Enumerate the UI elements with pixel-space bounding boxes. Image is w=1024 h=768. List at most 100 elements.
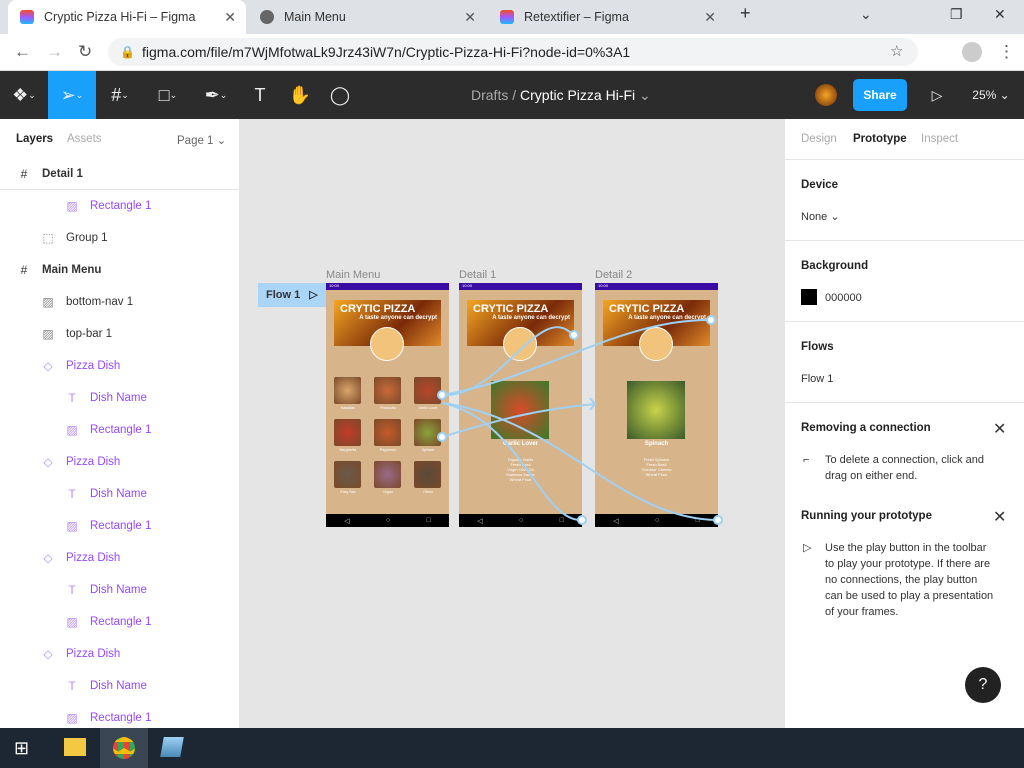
flows-section: Flows Flow 1: [785, 321, 1024, 402]
tab-title: Cryptic Pizza Hi-Fi – Figma: [44, 10, 196, 24]
url-input[interactable]: 🔒 figma.com/file/m7WjMfotwaLk9Jrz43iW7n/C…: [108, 38, 918, 66]
canvas[interactable]: Flow 1 ▷ Main Menu 10:00 CRYTIC PIZZA A ta…: [240, 119, 784, 728]
layer-item[interactable]: T Dish Name: [0, 574, 240, 606]
color-swatch[interactable]: [801, 289, 817, 305]
close-icon[interactable]: ✕: [993, 419, 1006, 439]
connection-handle[interactable]: [577, 515, 587, 525]
tab-figma-file[interactable]: Cryptic Pizza Hi-Fi – Figma ✕: [8, 0, 246, 34]
forward-button[interactable]: →: [46, 42, 63, 62]
layer-label: bottom-nav 1: [66, 296, 134, 308]
figma-icon: [500, 10, 514, 24]
layer-item[interactable]: ▨ Rectangle 1: [0, 190, 240, 222]
connection-handle[interactable]: [706, 315, 716, 325]
close-icon[interactable]: ✕: [704, 9, 716, 26]
connection-handle[interactable]: [437, 390, 447, 400]
tab-assets[interactable]: Assets: [67, 133, 102, 145]
layer-item[interactable]: ▨ bottom-nav 1: [0, 286, 240, 318]
menu-icon[interactable]: ⋮: [998, 42, 1015, 62]
breadcrumb-drafts[interactable]: Drafts: [471, 87, 508, 103]
tab-inspect[interactable]: Inspect: [921, 133, 958, 145]
removing-connection-text: To delete a connection, click and drag o…: [825, 454, 984, 482]
layer-item[interactable]: ◇ Pizza Dish: [0, 446, 240, 478]
background-title: Background: [801, 260, 869, 272]
device-value: None: [801, 211, 828, 223]
text-icon: T: [68, 391, 76, 405]
maximize-button[interactable]: ❐: [950, 6, 963, 23]
share-button[interactable]: Share: [853, 79, 907, 111]
move-tool-button[interactable]: ➢ ⌄: [48, 71, 96, 119]
layer-item[interactable]: ⬚ Group 1: [0, 222, 240, 254]
layer-item[interactable]: T Dish Name: [0, 382, 240, 414]
layers-panel: Layers Assets Page 1 ⌄ # Detail 1 ▨ Rectang…: [0, 119, 240, 728]
page-label: Page 1: [177, 135, 214, 147]
lock-icon: 🔒: [120, 45, 135, 59]
close-window-button[interactable]: ✕: [994, 6, 1006, 23]
connection-handle[interactable]: [569, 330, 579, 340]
component-icon: ◇: [43, 359, 53, 373]
new-tab-button[interactable]: +: [740, 3, 751, 24]
layer-item[interactable]: # Detail 1: [0, 158, 240, 190]
windows-start-icon[interactable]: ⊞: [14, 738, 29, 759]
minimize-button[interactable]: ⌄: [860, 6, 872, 23]
layer-item[interactable]: T Dish Name: [0, 478, 240, 510]
device-dropdown[interactable]: None ⌄: [801, 209, 840, 225]
close-icon[interactable]: ✕: [224, 9, 236, 26]
hand-tool-button[interactable]: ✋: [280, 71, 320, 119]
main-menu-button[interactable]: ❖ ⌄: [0, 71, 48, 119]
breadcrumb: Drafts / Cryptic Pizza Hi-Fi ⌄: [471, 87, 651, 103]
flows-title: Flows: [801, 341, 834, 353]
file-name[interactable]: Cryptic Pizza Hi-Fi: [520, 87, 635, 103]
text-icon: T: [68, 583, 76, 597]
profile-avatar[interactable]: [962, 42, 982, 62]
url-text: figma.com/file/m7WjMfotwaLk9Jrz43iW7n/Cr…: [142, 44, 631, 60]
user-avatar[interactable]: [815, 84, 837, 106]
close-icon[interactable]: ✕: [993, 507, 1006, 527]
tab-design[interactable]: Design: [801, 133, 837, 145]
image-icon: ▨: [42, 327, 54, 341]
layer-item[interactable]: T Dish Name: [0, 670, 240, 702]
layer-item[interactable]: ▨ Rectangle 1: [0, 510, 240, 542]
layer-label: Rectangle 1: [90, 424, 152, 436]
help-button[interactable]: ?: [965, 667, 1001, 703]
tab-prototype[interactable]: Prototype: [853, 133, 907, 145]
background-hex-input[interactable]: 000000: [825, 290, 862, 306]
layer-label: Pizza Dish: [66, 456, 121, 468]
tab-main-menu[interactable]: Main Menu ✕: [248, 0, 486, 34]
tab-retextifier[interactable]: Retextifier – Figma ✕: [488, 0, 726, 34]
background-section: Background 000000: [785, 240, 1024, 321]
frame-tool-button[interactable]: # ⌄: [96, 71, 144, 119]
back-button[interactable]: ←: [14, 42, 31, 62]
star-icon[interactable]: ☆: [890, 42, 903, 60]
page-dropdown[interactable]: Page 1 ⌄: [177, 133, 226, 147]
text-icon: T: [68, 679, 76, 693]
layer-item[interactable]: ◇ Pizza Dish: [0, 350, 240, 382]
layer-item[interactable]: ◇ Pizza Dish: [0, 638, 240, 670]
flow-item[interactable]: Flow 1: [801, 371, 833, 387]
app-icon[interactable]: [160, 737, 184, 757]
layer-item[interactable]: ▨ Rectangle 1: [0, 414, 240, 446]
tab-layers[interactable]: Layers: [16, 133, 53, 145]
comment-tool-button[interactable]: ◯: [320, 71, 360, 119]
zoom-dropdown[interactable]: 25% ⌄: [966, 71, 1016, 119]
text-tool-button[interactable]: T: [240, 71, 280, 119]
layer-item[interactable]: ▨ Rectangle 1: [0, 606, 240, 638]
file-explorer-icon[interactable]: [64, 738, 86, 756]
pen-tool-button[interactable]: ✒ ⌄: [192, 71, 240, 119]
connection-handle[interactable]: [713, 515, 723, 525]
connection-handle[interactable]: [437, 432, 447, 442]
layer-item[interactable]: # Main Menu: [0, 254, 240, 286]
properties-panel: Design Prototype Inspect Device None ⌄ B…: [784, 119, 1024, 728]
layer-label: Group 1: [66, 232, 108, 244]
layer-item[interactable]: ◇ Pizza Dish: [0, 542, 240, 574]
shape-tool-button[interactable]: □ ⌄: [144, 71, 192, 119]
image-icon: ▨: [66, 423, 78, 437]
layer-label: Rectangle 1: [90, 200, 152, 212]
reload-button[interactable]: ↻: [78, 42, 92, 62]
chrome-taskbar-button[interactable]: [100, 728, 148, 768]
layer-item[interactable]: ▨ top-bar 1: [0, 318, 240, 350]
close-icon[interactable]: ✕: [464, 9, 476, 26]
device-section: Device None ⌄: [785, 159, 1024, 240]
play-icon[interactable]: ▷: [922, 71, 952, 119]
image-icon: ▨: [66, 519, 78, 533]
layer-label: Dish Name: [90, 392, 147, 404]
